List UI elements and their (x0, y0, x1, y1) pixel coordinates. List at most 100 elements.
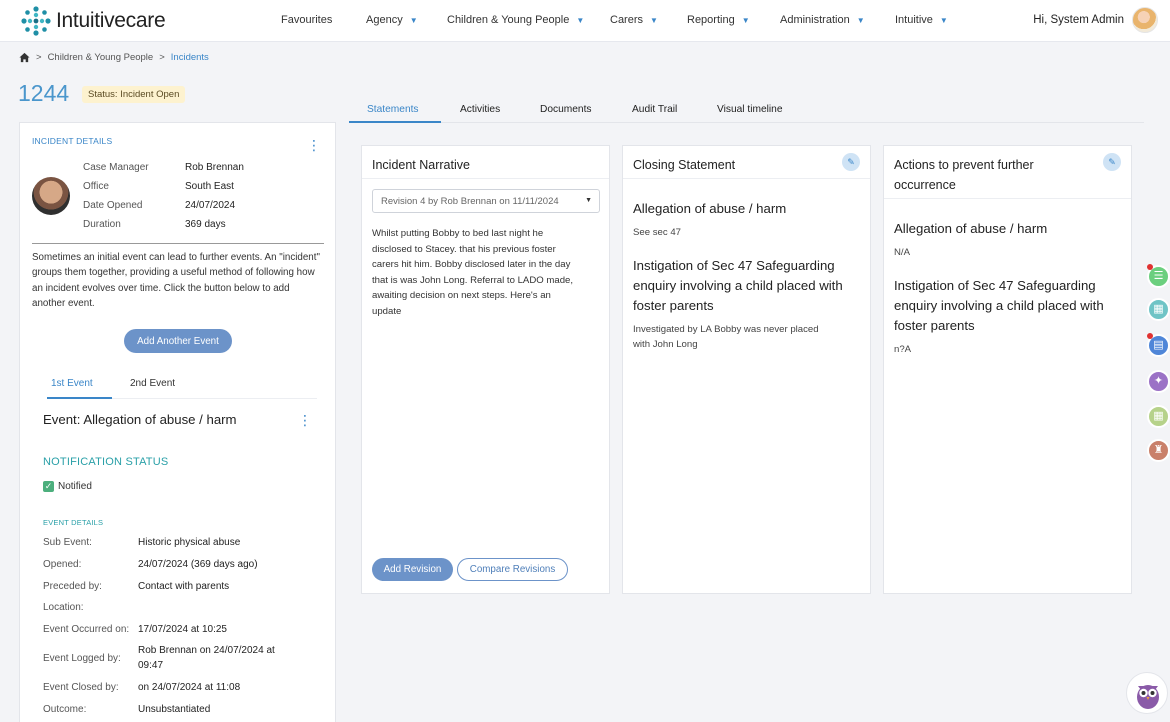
tab-1st-event[interactable]: 1st Event (51, 378, 93, 389)
tab-documents[interactable]: Documents (540, 104, 592, 115)
revision-select-value: Revision 4 by Rob Brennan on 11/11/2024 (381, 196, 559, 207)
section-heading: foster parents (894, 318, 975, 333)
event-title: Event: Allegation of abuse / harm (43, 412, 237, 427)
card-divider (884, 198, 1131, 199)
status-badge: Status: Incident Open (82, 86, 186, 103)
tab-visual-timeline[interactable]: Visual timeline (717, 104, 783, 115)
top-bar: Intuitivecare Favourites Agency ▼ Childre… (0, 0, 1170, 42)
chevron-down-icon: ▼ (650, 16, 658, 25)
breadcrumb: > Children & Young People > Incidents (19, 52, 209, 63)
closing-statement-card: Closing Statement ✎ Allegation of abuse … (622, 145, 871, 594)
stamp-icon[interactable]: ♜ (1147, 439, 1170, 462)
nav-administration[interactable]: Administration ▼ (780, 14, 865, 26)
active-tab-indicator (349, 121, 441, 123)
section-text: n?A (894, 344, 912, 355)
section-heading: enquiry involving a child placed with (894, 298, 1104, 313)
tab-2nd-event[interactable]: 2nd Event (130, 378, 175, 389)
event-details-heading: EVENT DETAILS (43, 518, 104, 527)
logo-icon (21, 6, 51, 36)
tab-audit-trail[interactable]: Audit Trail (632, 104, 677, 115)
add-another-event-button[interactable]: Add Another Event (124, 329, 232, 353)
section-text: with John Long (633, 339, 698, 350)
brand-name: Intuitivecare (56, 9, 166, 32)
user-greeting: Hi, System Admin (1033, 14, 1124, 26)
narrative-line: carers hit him. Bobby disclosed later in… (372, 259, 571, 270)
card-title: Actions to prevent further occurrence (894, 155, 1034, 195)
chevron-down-icon: ▼ (856, 16, 865, 25)
card-divider (623, 178, 870, 179)
breadcrumb-section[interactable]: Children & Young People (48, 52, 154, 63)
revision-select[interactable]: Revision 4 by Rob Brennan on 11/11/2024 … (372, 189, 600, 213)
breadcrumb-separator: > (36, 52, 42, 63)
user-menu[interactable]: Hi, System Admin (1033, 7, 1158, 33)
owl-assistant-icon[interactable] (1126, 672, 1168, 714)
narrative-line: that is was John Long. Referral to LADO … (372, 274, 574, 286)
active-tab-indicator (47, 397, 112, 399)
section-heading: Instigation of Sec 47 Safeguarding (894, 278, 1096, 293)
narrative-line: disclosed to Stacey. that his previous f… (372, 243, 556, 255)
actions-prevent-card: Actions to prevent further occurrence ✎ … (883, 145, 1132, 594)
chevron-down-icon: ▼ (939, 16, 948, 25)
section-heading: Allegation of abuse / harm (894, 221, 1048, 236)
add-revision-button[interactable]: Add Revision (372, 558, 453, 581)
incident-description: Sometimes an initial event can lead to f… (32, 252, 320, 309)
notification-status-heading: NOTIFICATION STATUS (43, 456, 169, 468)
event-tabs: 1st Event 2nd Event (47, 378, 317, 399)
event-menu-icon[interactable]: ⋮ (298, 413, 312, 427)
tab-activities[interactable]: Activities (460, 104, 500, 115)
edit-icon[interactable]: ✎ (842, 153, 860, 171)
owl-icon (1137, 685, 1159, 709)
section-text: N/A (894, 247, 910, 258)
list-icon[interactable]: ☰ (1147, 264, 1170, 288)
calendar-icon[interactable]: ▦ (1147, 405, 1170, 428)
section-heading: Allegation of abuse / harm (633, 201, 787, 216)
nav-favourites[interactable]: Favourites (281, 14, 332, 26)
incident-narrative-card: Incident Narrative Revision 4 by Rob Bre… (361, 145, 610, 594)
card-title: Incident Narrative (372, 158, 470, 172)
record-id: 1244 (18, 80, 70, 106)
incident-details-panel: INCIDENT DETAILS ⋮ Case Manager Rob Bren… (19, 122, 336, 722)
tab-statements[interactable]: Statements (367, 104, 419, 115)
notified-checkbox[interactable]: ✓ (43, 481, 54, 492)
chevron-down-icon: ▼ (741, 16, 750, 25)
nav-intuitive[interactable]: Intuitive ▼ (895, 14, 948, 26)
nav-children-young-people[interactable]: Children & Young People ▼ (447, 14, 584, 26)
statement-tabs: Statements Activities Documents Audit Tr… (349, 104, 1144, 124)
nav-reporting[interactable]: Reporting ▼ (687, 14, 750, 26)
chevron-down-icon: ▼ (576, 16, 585, 25)
card-divider (362, 178, 609, 179)
panel-title: INCIDENT DETAILS (32, 136, 113, 146)
chevron-down-icon: ▼ (409, 16, 418, 25)
narrative-line: awaiting decision on next steps. Here's … (372, 290, 551, 301)
narrative-line: update (372, 305, 402, 317)
breadcrumb-separator: > (159, 52, 165, 63)
card-title: Closing Statement (633, 158, 736, 172)
brand-logo[interactable]: Intuitivecare (20, 5, 166, 37)
narrative-line: Whilst putting Bobby to bed last night h… (372, 228, 544, 239)
notification-dot (1147, 264, 1153, 270)
avatar[interactable] (1132, 7, 1158, 33)
section-text: Investigated by LA Bobby was never place… (633, 324, 819, 335)
nav-agency[interactable]: Agency ▼ (366, 14, 418, 26)
case-manager-avatar (32, 177, 70, 215)
card-title-line: Actions to prevent further (894, 158, 1034, 172)
chevron-down-icon: ▼ (585, 197, 592, 204)
person-icon[interactable]: ✦ (1147, 370, 1170, 393)
home-icon[interactable] (19, 52, 30, 63)
document-icon[interactable]: ▤ (1147, 333, 1170, 357)
divider (32, 243, 324, 244)
breadcrumb-current[interactable]: Incidents (171, 52, 209, 63)
notified-label: Notified (58, 481, 92, 492)
card-title-line: occurrence (894, 178, 956, 192)
building-icon[interactable]: ▦ (1147, 298, 1170, 321)
compare-revisions-button[interactable]: Compare Revisions (457, 558, 568, 581)
section-heading: enquiry involving a child placed with (633, 278, 843, 293)
tabs-divider (349, 122, 1144, 123)
section-text: See sec 47 (633, 227, 682, 238)
narrative-text: Whilst putting Bobby to bed last night h… (372, 226, 600, 319)
section-heading: foster parents (633, 298, 714, 313)
panel-menu-icon[interactable]: ⋮ (307, 138, 321, 152)
edit-icon[interactable]: ✎ (1103, 153, 1121, 171)
section-heading: Instigation of Sec 47 Safeguarding (633, 258, 835, 273)
nav-carers[interactable]: Carers ▼ (610, 14, 658, 26)
